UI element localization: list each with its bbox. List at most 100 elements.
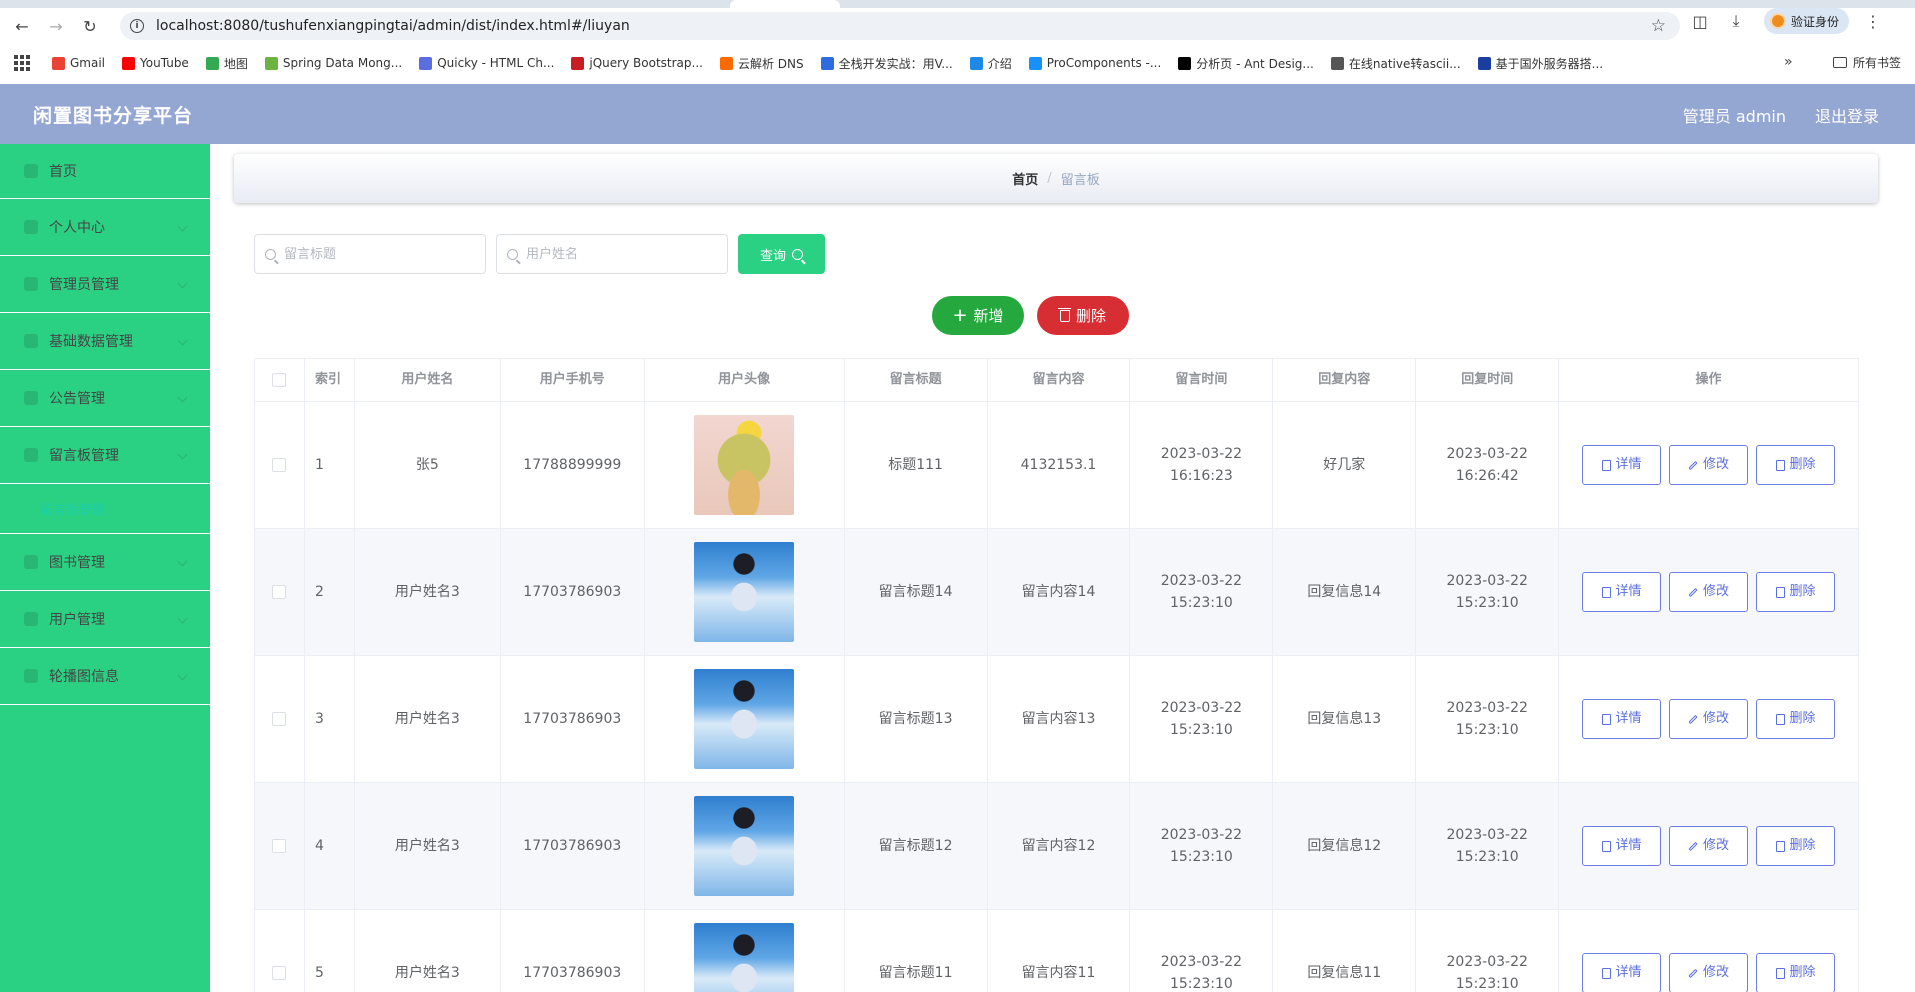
bookmark-favicon-icon [571, 56, 585, 70]
detail-button[interactable]: 详情 [1582, 953, 1662, 992]
site-info-icon[interactable]: i [130, 19, 144, 33]
row-checkbox[interactable] [272, 712, 287, 726]
download-icon[interactable]: ⤓ [1726, 11, 1746, 31]
breadcrumb-current: 留言板 [1060, 173, 1100, 188]
user-name-search[interactable] [496, 234, 728, 274]
user-avatar-image[interactable] [694, 415, 795, 515]
edit-button[interactable]: 修改 [1669, 953, 1749, 992]
reload-icon[interactable]: ↻ [78, 14, 102, 38]
detail-button[interactable]: 详情 [1582, 699, 1662, 739]
bookmark-item[interactable]: 介绍 [969, 55, 1012, 72]
user-name-input[interactable] [526, 246, 706, 262]
user-avatar-image[interactable] [694, 542, 795, 642]
more-bookmarks-icon[interactable]: » [1784, 54, 1793, 70]
delete-button[interactable]: 删除 [1756, 953, 1836, 992]
browser-menu-icon[interactable]: ⋮ [1865, 12, 1881, 31]
user-avatar-image[interactable] [694, 669, 795, 769]
sidebar-item-label: 留言板管理 [49, 448, 119, 464]
detail-button[interactable]: 详情 [1582, 572, 1662, 612]
chevron-down-icon [177, 278, 188, 289]
cell-phone: 17788899999 [501, 402, 645, 528]
sidebar-item[interactable]: 公告管理 [0, 370, 210, 427]
delete-button[interactable]: 删除 [1756, 572, 1836, 612]
delete-button[interactable]: 删除 [1756, 445, 1836, 485]
message-title-search[interactable] [254, 234, 486, 274]
user-avatar-image[interactable] [694, 923, 795, 992]
browser-toolbar: ← → ↻ i localhost:8080/tushufenxiangping… [0, 8, 1915, 44]
url-text[interactable]: localhost:8080/tushufenxiangpingtai/admi… [156, 18, 630, 34]
pencil-icon [1688, 714, 1698, 724]
bookmark-star-icon[interactable]: ☆ [1651, 16, 1666, 36]
bookmark-item[interactable]: 基于国外服务器搭... [1477, 55, 1603, 72]
sidebar-item[interactable]: 用户管理 [0, 591, 210, 648]
document-icon [1601, 967, 1611, 979]
bookmark-item[interactable]: Spring Data Mong... [264, 56, 402, 70]
select-all-checkbox[interactable] [272, 373, 287, 387]
bookmark-item[interactable]: Quicky - HTML Ch... [419, 56, 554, 70]
active-tab[interactable] [730, 0, 840, 8]
message-title-input[interactable] [284, 246, 464, 262]
bookmark-item[interactable]: ProComponents -... [1028, 56, 1161, 70]
delete-label: 删除 [1789, 584, 1816, 599]
edit-button[interactable]: 修改 [1669, 445, 1749, 485]
document-icon [1601, 840, 1611, 852]
forward-icon[interactable]: → [44, 14, 68, 38]
sidebar-item[interactable]: 留言板管理 [0, 427, 210, 484]
browser-actions: ◫ ⤓ 验证身份 ⋮ [1690, 8, 1881, 34]
trash-icon [1775, 967, 1785, 979]
bookmark-item[interactable]: 在线native转ascii... [1330, 55, 1461, 72]
bookmark-item[interactable]: jQuery Bootstrap... [571, 56, 703, 70]
breadcrumb-separator: / [1047, 171, 1052, 186]
sidebar-item-label: 首页 [49, 164, 77, 180]
delete-button[interactable]: 删除 [1756, 826, 1836, 866]
bookmark-item[interactable]: 分析页 - Ant Desig... [1178, 55, 1314, 72]
edit-label: 修改 [1703, 965, 1730, 980]
add-button[interactable]: + 新增 [932, 296, 1024, 335]
cell-reply-time: 2023-03-22 15:23:10 [1416, 656, 1560, 782]
batch-delete-button[interactable]: 删除 [1037, 296, 1129, 335]
row-checkbox-cell [255, 402, 305, 528]
edit-button[interactable]: 修改 [1669, 572, 1749, 612]
row-checkbox[interactable] [272, 458, 287, 472]
sidebar-item[interactable]: 管理员管理 [0, 256, 210, 313]
cell-name: 用户姓名3 [355, 783, 501, 909]
sidebar-item[interactable]: 个人中心 [0, 199, 210, 256]
logout-link[interactable]: 退出登录 [1815, 103, 1879, 127]
cell-time: 2023-03-22 16:16:23 [1130, 402, 1274, 528]
edit-button[interactable]: 修改 [1669, 826, 1749, 866]
bookmark-item[interactable]: 云解析 DNS [719, 55, 804, 72]
user-avatar-image[interactable] [694, 796, 795, 896]
bookmark-item[interactable]: 地图 [205, 55, 248, 72]
menu-icon [24, 555, 38, 569]
delete-button[interactable]: 删除 [1756, 699, 1836, 739]
bookmark-item[interactable]: 全栈开发实战：用V... [820, 55, 953, 72]
extensions-icon[interactable]: ◫ [1690, 12, 1710, 31]
sidebar-item[interactable]: 基础数据管理 [0, 313, 210, 370]
all-bookmarks-folder[interactable]: 所有书签 [1833, 54, 1901, 71]
row-checkbox[interactable] [272, 585, 287, 599]
back-icon[interactable]: ← [10, 14, 34, 38]
column-header: 留言标题 [845, 359, 988, 401]
bookmark-label: 分析页 - Ant Desig... [1196, 56, 1314, 71]
chevron-down-icon [177, 221, 188, 232]
sidebar-subitem-active[interactable]: 留言板管理 [0, 484, 210, 534]
cell-reply: 回复信息14 [1273, 529, 1417, 655]
detail-button[interactable]: 详情 [1582, 826, 1662, 866]
verify-identity-button[interactable]: 验证身份 [1764, 8, 1850, 34]
edit-button[interactable]: 修改 [1669, 699, 1749, 739]
delete-label: 删除 [1789, 457, 1816, 472]
current-user: 管理员 admin [1682, 107, 1786, 126]
detail-button[interactable]: 详情 [1582, 445, 1662, 485]
row-checkbox[interactable] [272, 839, 287, 853]
sidebar-item[interactable]: 轮播图信息 [0, 648, 210, 705]
row-checkbox[interactable] [272, 966, 287, 980]
row-checkbox-cell [255, 910, 305, 992]
query-button[interactable]: 查询 [738, 234, 825, 274]
sidebar-item[interactable]: 图书管理 [0, 534, 210, 591]
bookmark-item[interactable]: Gmail [52, 56, 105, 70]
bookmark-item[interactable]: YouTube [122, 56, 189, 70]
sidebar-item[interactable]: 首页 [0, 144, 210, 199]
breadcrumb-home[interactable]: 首页 [1012, 169, 1038, 188]
apps-grid-icon[interactable] [14, 55, 30, 71]
address-bar[interactable]: i localhost:8080/tushufenxiangpingtai/ad… [120, 12, 1680, 40]
